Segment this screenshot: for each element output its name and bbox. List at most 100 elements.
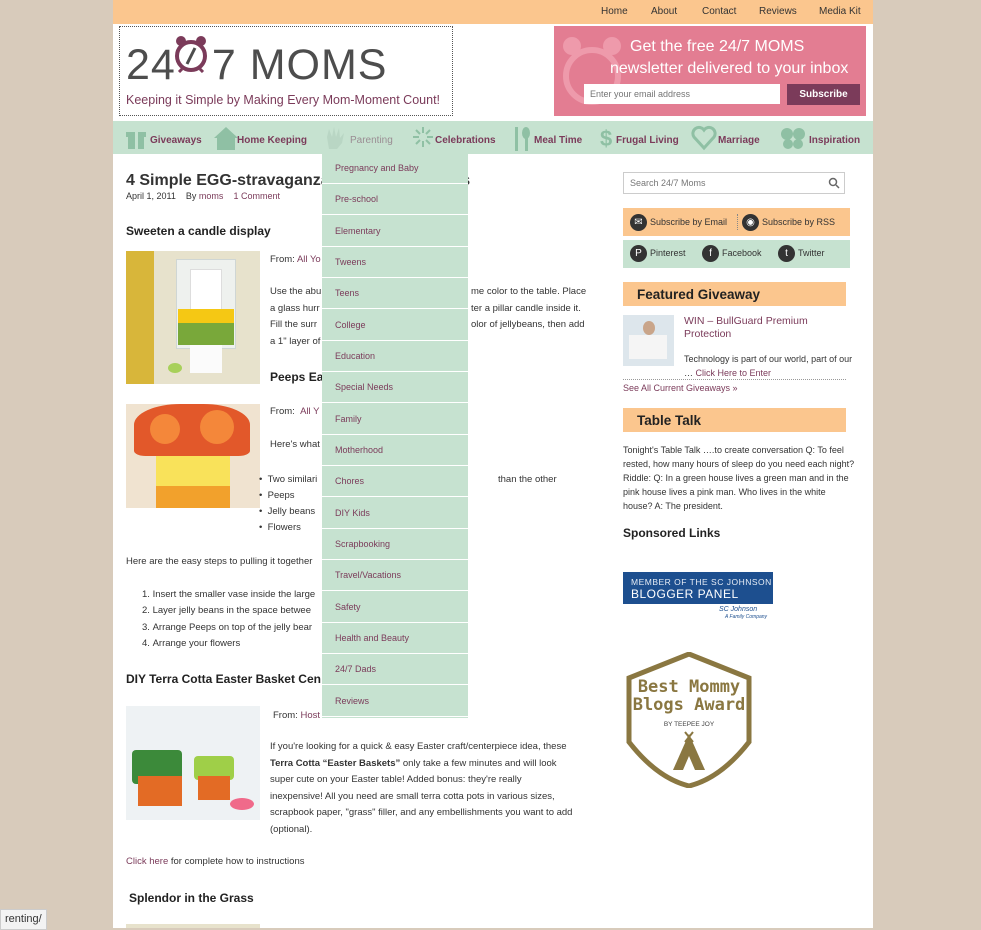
dropdown-item-label: Pre-school	[335, 194, 379, 204]
dropdown-item[interactable]: Elementary	[322, 217, 468, 247]
list-item: 4. Arrange your flowers	[142, 638, 241, 649]
section-heading: Sweeten a candle display	[126, 224, 271, 238]
sponsored-links-heading: Sponsored Links	[623, 526, 721, 540]
subscribe-button[interactable]: Subscribe	[787, 84, 860, 105]
dropdown-item[interactable]: Chores	[322, 467, 468, 497]
pinterest-link[interactable]: P Pinterest	[630, 245, 686, 262]
dropdown-item[interactable]: Special Needs	[322, 373, 468, 403]
nav-about-link[interactable]: About	[651, 6, 677, 17]
source-link[interactable]: Host	[300, 710, 320, 721]
dropdown-item[interactable]: Teens	[322, 279, 468, 309]
source-line: From: All Y	[270, 404, 319, 421]
dropdown-item[interactable]: Motherhood	[322, 436, 468, 466]
text-line: scrapbook paper, "grass" filler, and any…	[270, 807, 573, 818]
dropdown-item[interactable]: Reviews	[322, 687, 468, 717]
nav-reviews-link[interactable]: Reviews	[759, 6, 797, 17]
subscribe-rss-link[interactable]: ◉ Subscribe by RSS	[742, 214, 835, 231]
dropdown-item[interactable]: Safety	[322, 593, 468, 623]
logo-right: 7 MOMS	[211, 41, 388, 89]
nav-label: Marriage	[718, 135, 760, 146]
butterfly-icon	[781, 128, 805, 149]
dropdown-item-label: Travel/Vacations	[335, 570, 402, 580]
bold-text: Terra Cotta “Easter Baskets”	[270, 757, 401, 769]
list-item-text: Layer jelly beans in the space betwee	[152, 605, 311, 616]
nav-marriage[interactable]: Marriage	[691, 121, 771, 154]
divider	[623, 379, 846, 380]
dropdown-item[interactable]: Health and Beauty	[322, 624, 468, 654]
heading-text: Table Talk	[637, 413, 702, 428]
giveaway-title-link[interactable]: WIN – BullGuard Premium Protection	[684, 315, 808, 341]
text-line: Protection	[684, 328, 732, 340]
search-icon[interactable]	[828, 177, 840, 189]
nav-mediakit-link[interactable]: Media Kit	[819, 6, 861, 17]
text-line: Here's what	[270, 439, 320, 450]
subscribe-email-link[interactable]: ✉ Subscribe by Email	[630, 214, 727, 231]
dropdown-item[interactable]: Pre-school	[322, 185, 468, 215]
from-label: From:	[270, 406, 295, 417]
click-here-link[interactable]: Click here	[126, 856, 168, 867]
giveaway-thumbnail[interactable]	[623, 315, 674, 366]
list-item-text: Two similari	[267, 474, 318, 485]
badge-line1: Best Mommy	[638, 677, 740, 697]
pinterest-icon: P	[630, 245, 647, 262]
search-input[interactable]: Search 24/7 Moms	[623, 172, 845, 194]
nav-parenting[interactable]: Parenting	[323, 121, 408, 154]
best-mommy-blogs-award-badge[interactable]: Best Mommy Blogs Award BY TEEPEE JOY	[625, 652, 753, 788]
nav-home-keeping[interactable]: Home Keeping	[213, 121, 313, 154]
comments-link[interactable]: 1 Comment	[233, 191, 280, 201]
text-line: Terra Cotta “Easter Baskets” only take a…	[270, 756, 600, 773]
twitter-link[interactable]: t Twitter	[778, 245, 825, 262]
rss-icon: ◉	[742, 214, 759, 231]
nav-frugal-living[interactable]: $ Frugal Living	[599, 121, 689, 154]
dropdown-item-label: Tweens	[335, 257, 367, 267]
list-item-text: Arrange your flowers	[152, 638, 241, 649]
enter-giveaway-link[interactable]: Click Here to Enter	[696, 368, 772, 378]
dropdown-item[interactable]: Scrapbooking	[322, 530, 468, 560]
author-link[interactable]: moms	[199, 191, 224, 201]
dropdown-item[interactable]: Travel/Vacations	[322, 561, 468, 591]
list-item-continuation: than the other	[498, 474, 557, 485]
dropdown-item-label: Reviews	[335, 696, 370, 706]
section-heading: DIY Terra Cotta Easter Basket Cen	[126, 672, 321, 686]
nav-contact-link[interactable]: Contact	[702, 6, 736, 17]
nav-inspiration[interactable]: Inspiration	[780, 121, 870, 154]
heart-icon	[691, 125, 717, 151]
dropdown-item[interactable]: College	[322, 311, 468, 341]
svg-text:$: $	[600, 126, 612, 151]
nav-giveaways[interactable]: Giveaways	[125, 121, 215, 154]
logo-left: 24	[126, 41, 176, 89]
site-logo[interactable]: 24 7 MOMS Keeping it Simple by Making Eve…	[119, 26, 453, 116]
from-label: From:	[270, 254, 295, 265]
dropdown-item[interactable]: Education	[322, 342, 468, 372]
text-line: rested, how many hours of sleep do you n…	[623, 459, 855, 469]
facebook-link[interactable]: f Facebook	[702, 245, 762, 262]
dropdown-item-label: Elementary	[335, 226, 381, 236]
dropdown-item[interactable]: Tweens	[322, 248, 468, 278]
nav-celebrations[interactable]: Celebrations	[411, 121, 506, 154]
candle-display-image	[126, 251, 260, 384]
dropdown-item[interactable]: Family	[322, 405, 468, 435]
house-icon	[214, 127, 238, 150]
dropdown-item-label: Health and Beauty	[335, 633, 410, 643]
table-talk-text: Tonight's Table Talk ….to create convers…	[623, 443, 854, 513]
post-meta: April 1, 2011 By moms 1 Comment	[126, 191, 280, 201]
nav-label: Celebrations	[435, 135, 496, 146]
dropdown-item[interactable]: Pregnancy and Baby	[322, 154, 468, 184]
from-label: From:	[273, 710, 298, 721]
section-heading: Peeps Ea	[270, 370, 324, 384]
source-link[interactable]: All Y	[300, 406, 319, 417]
dropdown-item[interactable]: 24/7 Dads	[322, 655, 468, 685]
text-line: Tonight's Table Talk ….to create convers…	[623, 445, 844, 455]
sc-johnson-banner[interactable]: MEMBER OF THE SC JOHNSON BLOGGER PANEL S…	[623, 572, 773, 622]
banner-tagline: A Family Company	[725, 614, 768, 620]
text-line: If you're looking for a quick & easy Eas…	[270, 741, 567, 752]
source-line: From: All Yo	[270, 252, 321, 269]
fireworks-icon	[413, 127, 433, 147]
nav-meal-time[interactable]: Meal Time	[511, 121, 591, 154]
gift-icon	[126, 132, 146, 149]
source-link[interactable]: All Yo	[297, 254, 321, 265]
newsletter-email-input[interactable]	[584, 84, 780, 104]
see-all-giveaways-link[interactable]: See All Current Giveaways »	[623, 381, 738, 395]
nav-home-link[interactable]: Home	[601, 6, 628, 17]
dropdown-item[interactable]: DIY Kids	[322, 499, 468, 529]
